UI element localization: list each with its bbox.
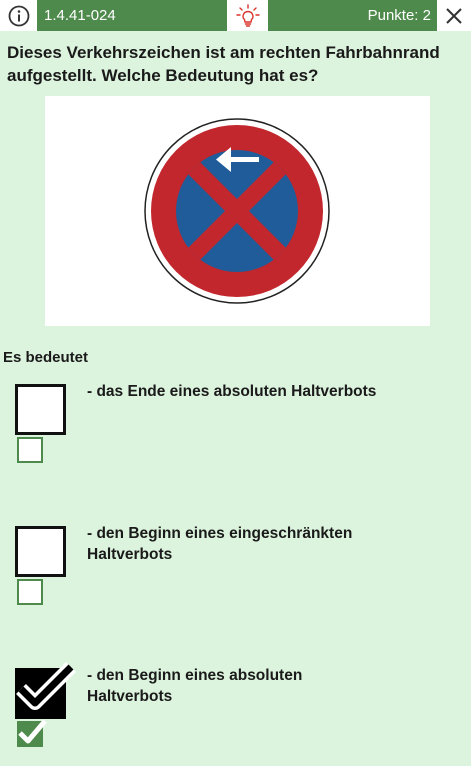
- info-circle-icon: [8, 5, 29, 26]
- answer-text: - den Beginn eines eingeschränkten Haltv…: [87, 525, 353, 563]
- hint-button[interactable]: [227, 0, 268, 31]
- traffic-sign-image: [45, 96, 430, 326]
- answer-checkbox[interactable]: [15, 384, 66, 435]
- top-bar: 1.4.41-024 Punkte: 2: [0, 0, 471, 31]
- lightbulb-icon: [235, 3, 260, 27]
- answer-checkbox[interactable]: [15, 526, 66, 577]
- solution-checkbox[interactable]: [17, 579, 43, 605]
- close-button[interactable]: [437, 0, 471, 31]
- answer-checkbox-checked[interactable]: [15, 662, 76, 719]
- answer-text: - das Ende eines absoluten Haltverbots: [87, 383, 377, 400]
- solution-checkbox-checked[interactable]: [17, 719, 47, 747]
- check-icon: [16, 662, 76, 710]
- absolute-no-stopping-sign-icon: [144, 118, 330, 304]
- answer-text: - den Beginn eines absoluten Haltverbots: [87, 667, 303, 705]
- close-icon: [446, 7, 462, 24]
- answer-lead: Es bedeutet: [3, 349, 89, 366]
- question-text: Dieses Verkehrszeichen ist am rechten Fa…: [7, 43, 440, 85]
- info-button[interactable]: [0, 0, 37, 31]
- check-icon: [18, 719, 47, 744]
- question-id: 1.4.41-024: [37, 0, 227, 31]
- points-counter: Punkte: 2: [268, 0, 437, 31]
- solution-checkbox[interactable]: [17, 437, 43, 463]
